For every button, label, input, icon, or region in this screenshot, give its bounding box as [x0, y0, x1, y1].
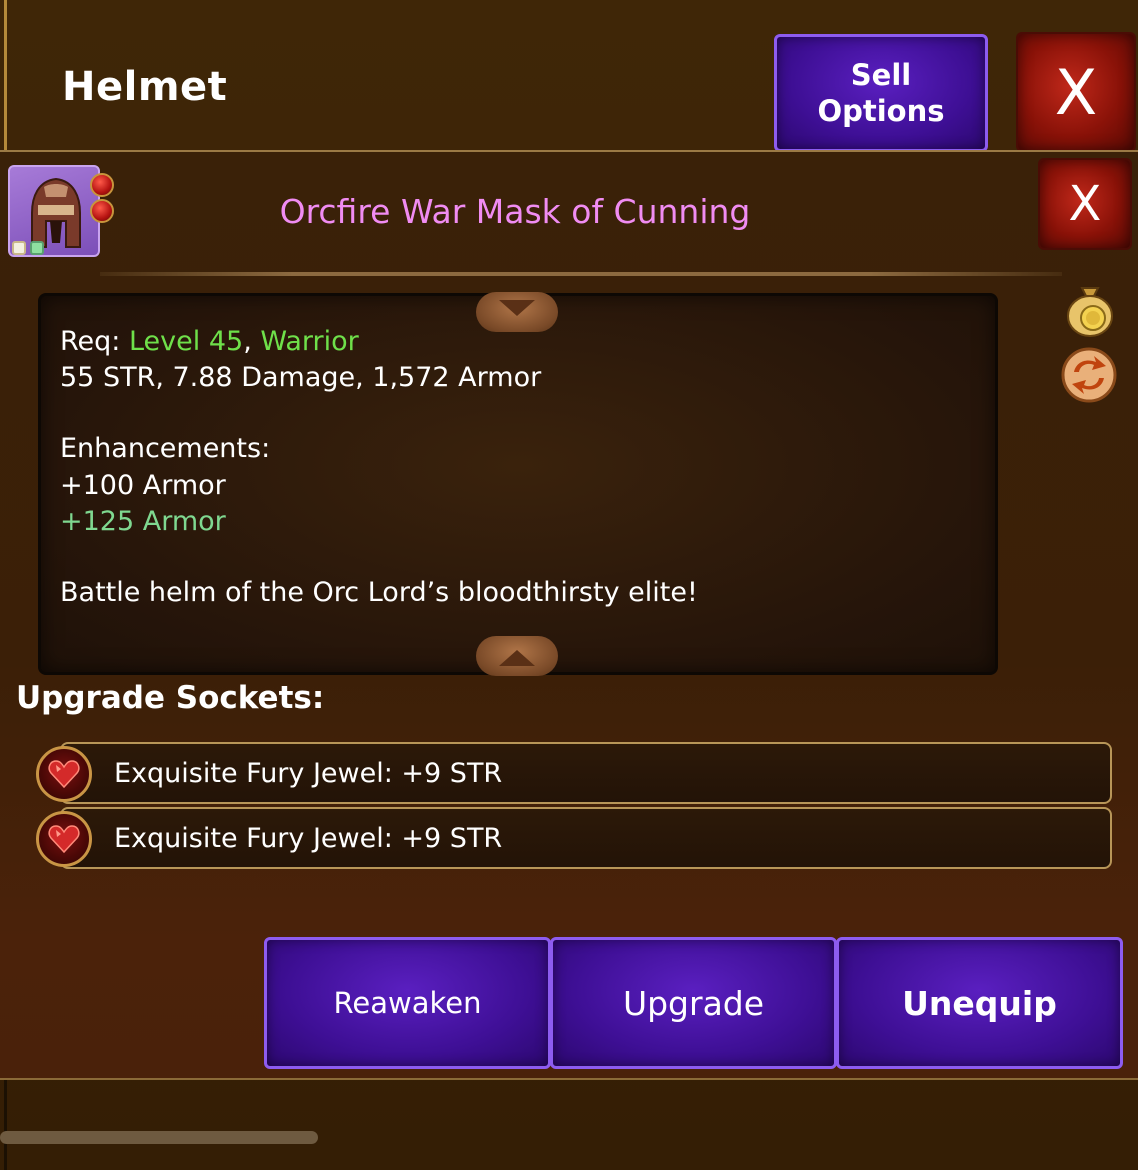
sell-options-label-line2: Options [817, 94, 945, 128]
socket-label: Exquisite Fury Jewel: +9 STR [114, 758, 503, 789]
req-level: Level 45 [128, 326, 244, 357]
gold-coin-bag-icon[interactable] [1064, 280, 1116, 338]
horizontal-scrollbar[interactable] [0, 1131, 318, 1144]
frame-edge-bottom [4, 1080, 7, 1170]
upgrade-sockets-title: Upgrade Sockets: [16, 680, 325, 716]
enhancement-dot-icon [12, 241, 26, 255]
socket-row[interactable]: Exquisite Fury Jewel: +9 STR [60, 807, 1112, 869]
enhancements-title: Enhancements: [60, 433, 271, 464]
sell-options-label-line1: Sell [850, 58, 912, 92]
chevron-down-icon [499, 300, 535, 316]
close-item-button[interactable]: X [1038, 158, 1132, 250]
req-prefix: Req: [60, 326, 129, 357]
enhancement-2: +125 Armor [60, 506, 226, 537]
close-icon: X [1068, 176, 1102, 232]
scroll-up-button[interactable] [476, 292, 558, 332]
chevron-up-icon [499, 650, 535, 666]
close-icon: X [1054, 55, 1098, 129]
close-window-button[interactable]: X [1016, 32, 1136, 152]
sell-options-button[interactable]: Sell Options [774, 34, 988, 152]
socket-label: Exquisite Fury Jewel: +9 STR [114, 823, 503, 854]
red-heart-gem-icon [36, 811, 92, 867]
swap-arrows-icon[interactable] [1060, 346, 1118, 404]
frame-edge [4, 0, 7, 150]
flavor-text: Battle helm of the Orc Lord’s bloodthirs… [60, 577, 698, 608]
stats-line: 55 STR, 7.88 Damage, 1,572 Armor [60, 362, 542, 393]
req-separator: , [243, 326, 261, 357]
reawaken-label: Reawaken [333, 986, 482, 1020]
socket-row[interactable]: Exquisite Fury Jewel: +9 STR [60, 742, 1112, 804]
requirement-line: Req: Level 45, Warrior [60, 326, 359, 357]
req-class: Warrior [260, 326, 359, 357]
item-name: Orcfire War Mask of Cunning [279, 192, 751, 231]
red-heart-gem-icon [36, 746, 92, 802]
divider [100, 272, 1062, 276]
page-title: Helmet [62, 64, 228, 110]
unequip-button[interactable]: Unequip [836, 937, 1123, 1069]
upgrade-button[interactable]: Upgrade [550, 937, 837, 1069]
upgrade-label: Upgrade [622, 983, 765, 1023]
heart-gem-graphic [48, 760, 80, 789]
heart-gem-graphic [48, 825, 80, 854]
unequip-label: Unequip [902, 983, 1057, 1023]
enhancement-dot-icon [30, 241, 44, 255]
scroll-down-button[interactable] [476, 636, 558, 676]
enhancement-1: +100 Armor [60, 470, 226, 501]
reawaken-button[interactable]: Reawaken [264, 937, 551, 1069]
